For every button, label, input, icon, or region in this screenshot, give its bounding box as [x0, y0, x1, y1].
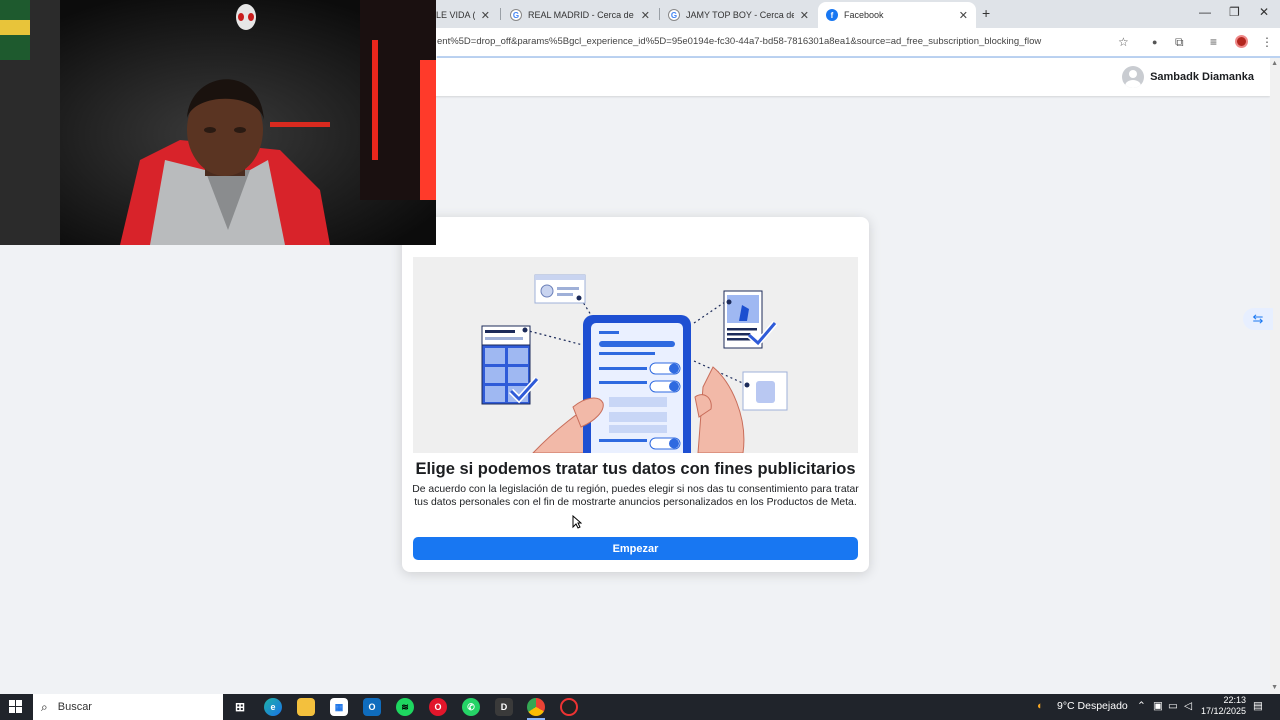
start-button[interactable]: Empezar [413, 537, 858, 560]
notifications-icon[interactable]: ▤ [1253, 700, 1263, 712]
tab-title: Facebook [844, 10, 884, 20]
search-icon: ⌕ [41, 699, 48, 714]
close-icon[interactable]: ✕ [794, 9, 809, 22]
page-scrollbar[interactable] [1270, 58, 1280, 694]
translate-widget-icon[interactable]: ⇆ [1243, 308, 1273, 330]
tab-real-madrid[interactable]: G REAL MADRID - Cerca de Goog ✕ [502, 2, 658, 28]
chrome-icon[interactable] [527, 698, 545, 716]
taskbar-search[interactable]: ⌕ Buscar [33, 694, 223, 720]
profile-avatar[interactable] [1235, 35, 1248, 48]
tray-app-icon[interactable]: ▣ [1153, 700, 1163, 712]
close-icon[interactable]: ✕ [635, 9, 650, 22]
close-icon[interactable]: ✕ [953, 9, 968, 22]
task-view-icon[interactable]: ⊞ [231, 698, 249, 716]
weather-text[interactable]: 9°C Despejado [1057, 700, 1128, 712]
tab-jamy-top-boy[interactable]: G JAMY TOP BOY - Cerca de Goo ✕ [660, 2, 817, 28]
bookmark-star-icon[interactable]: ☆ [1118, 35, 1129, 49]
chrome-alt-icon[interactable] [560, 698, 578, 716]
opera-icon[interactable]: O [429, 698, 447, 716]
weather-icon: ◐ [1037, 700, 1044, 712]
privacy-illustration [413, 257, 858, 453]
whatsapp-icon[interactable]: ✆ [462, 698, 480, 716]
app-d-icon[interactable]: D [495, 698, 513, 716]
windows-taskbar: ⌕ Buscar ⊞ e ▦ O ≋ O ✆ D ◐ 9°C Despejado… [0, 694, 1280, 720]
tab-separator [500, 8, 501, 20]
edge-icon[interactable]: e [264, 698, 282, 716]
user-menu[interactable]: Sambadk Diamanka [1122, 66, 1254, 88]
address-bar[interactable]: ent%5D=drop_off&params%5Bgcl_experience_… [437, 36, 1041, 47]
new-tab-button[interactable]: + [982, 5, 990, 21]
phone-data-illustration-icon [481, 274, 788, 453]
webcam-overlay [0, 0, 436, 245]
browser-menu-icon[interactable]: ⋮ [1261, 35, 1273, 49]
network-icon[interactable]: ▭ [1168, 700, 1178, 712]
consent-dialog: Elige si podemos tratar tus datos con fi… [402, 217, 869, 572]
windows-start-icon[interactable] [9, 700, 23, 714]
clock-date: 17/12/2025 [1200, 706, 1246, 716]
file-explorer-icon[interactable] [297, 698, 315, 716]
google-icon: G [510, 9, 522, 21]
streamer-webcam-image [0, 0, 436, 245]
taskbar-clock[interactable]: 22:13 17/12/2025 [1196, 695, 1246, 717]
avatar [1122, 66, 1145, 88]
clock-time: 22:13 [1223, 695, 1246, 705]
dialog-description: De acuerdo con la legislación de tu regi… [412, 484, 859, 508]
tab-title: JAMY TOP BOY - Cerca de Goo [686, 10, 794, 20]
outlook-icon[interactable]: O [363, 698, 381, 716]
search-placeholder: Buscar [57, 701, 92, 713]
facebook-icon: f [826, 9, 838, 21]
volume-icon[interactable]: ◁ [1184, 700, 1192, 712]
tab-title: LE VIDA (Vi [436, 10, 475, 20]
user-name: Sambadk Diamanka [1150, 71, 1254, 83]
scroll-down-arrow-icon[interactable]: ▼ [1271, 684, 1278, 691]
tab-facebook[interactable]: f Facebook ✕ [818, 2, 976, 28]
tab-title: REAL MADRID - Cerca de Goog [528, 10, 635, 20]
window-close-button[interactable]: ✕ [1259, 5, 1269, 19]
store-icon[interactable]: ▦ [330, 698, 348, 716]
spotify-icon[interactable]: ≋ [396, 698, 414, 716]
google-icon: G [668, 9, 680, 21]
extensions-puzzle-icon[interactable]: ⧉ [1175, 35, 1184, 50]
minimize-button[interactable]: — [1199, 5, 1211, 19]
extension-dot-icon[interactable]: ● [1152, 37, 1157, 47]
mouse-cursor-icon [572, 515, 582, 529]
dialog-title: Elige si podemos tratar tus datos con fi… [415, 460, 856, 478]
maximize-button[interactable]: ❐ [1229, 5, 1240, 19]
media-control-icon[interactable]: ≡ [1210, 35, 1217, 49]
tray-chevron-up-icon[interactable]: ⌃ [1137, 700, 1146, 712]
close-icon[interactable]: ✕ [475, 9, 490, 22]
scroll-up-arrow-icon[interactable]: ▲ [1271, 60, 1278, 67]
